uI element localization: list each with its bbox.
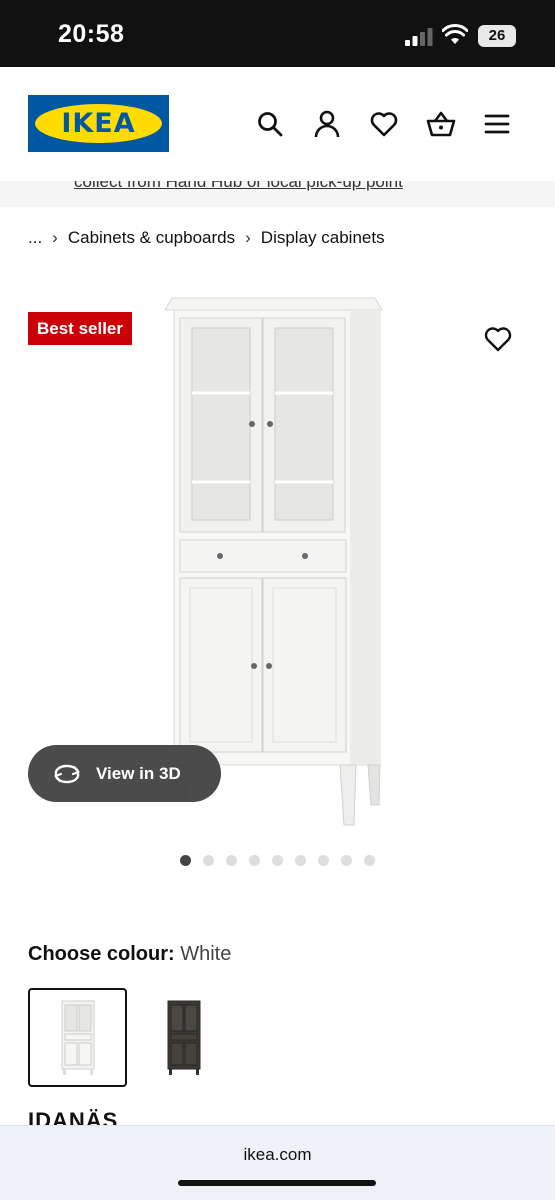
- image-carousel-dots: [180, 855, 375, 866]
- ikea-logo[interactable]: IKEA: [28, 95, 169, 152]
- breadcrumb-item-display-cabinets[interactable]: Display cabinets: [261, 228, 385, 248]
- promo-banner[interactable]: collect from Hand Hub or local pick-up p…: [0, 181, 555, 207]
- colour-swatch-white[interactable]: [28, 988, 127, 1087]
- breadcrumb: ... › Cabinets & cupboards › Display cab…: [28, 226, 385, 250]
- best-seller-badge: Best seller: [28, 312, 132, 345]
- chevron-right-icon: ›: [52, 228, 58, 247]
- white-cabinet-thumbnail: [61, 1000, 94, 1075]
- rotate-3d-icon: [54, 764, 80, 783]
- carousel-dot[interactable]: [318, 855, 329, 866]
- view-in-3d-label: View in 3D: [96, 763, 181, 783]
- carousel-dot[interactable]: [180, 855, 191, 866]
- logo-text: IKEA: [61, 108, 136, 139]
- basket-icon[interactable]: [426, 109, 456, 139]
- cellular-signal-icon: [405, 28, 433, 46]
- carousel-dot[interactable]: [226, 855, 237, 866]
- carousel-dot[interactable]: [341, 855, 352, 866]
- colour-chooser: Choose colour: White: [28, 943, 231, 966]
- promo-link[interactable]: collect from Hand Hub or local pick-up p…: [74, 181, 403, 192]
- breadcrumb-ellipsis[interactable]: ...: [28, 228, 42, 248]
- site-header: IKEA: [0, 67, 555, 181]
- status-bar: 20:58 26: [0, 0, 555, 67]
- carousel-dot[interactable]: [295, 855, 306, 866]
- menu-icon[interactable]: [482, 109, 512, 139]
- carousel-dot[interactable]: [364, 855, 375, 866]
- chevron-right-icon: ›: [245, 228, 251, 247]
- url-text[interactable]: ikea.com: [0, 1145, 555, 1165]
- browser-address-bar[interactable]: ikea.com: [0, 1125, 555, 1200]
- colour-value: White: [180, 943, 232, 965]
- search-icon[interactable]: [255, 109, 285, 139]
- carousel-dot[interactable]: [203, 855, 214, 866]
- carousel-dot[interactable]: [272, 855, 283, 866]
- dark-cabinet-thumbnail: [167, 1000, 200, 1075]
- wifi-icon: [442, 24, 468, 44]
- colour-swatch-dark-brown[interactable]: [134, 988, 233, 1087]
- breadcrumb-item-cabinets[interactable]: Cabinets & cupboards: [68, 228, 235, 248]
- view-in-3d-button[interactable]: View in 3D: [28, 745, 221, 802]
- home-indicator[interactable]: [178, 1180, 376, 1186]
- carousel-dot[interactable]: [249, 855, 260, 866]
- user-icon[interactable]: [312, 109, 342, 139]
- status-time: 20:58: [58, 20, 125, 48]
- heart-icon[interactable]: [369, 109, 399, 139]
- colour-label: Choose colour:: [28, 943, 175, 965]
- add-to-favourites-heart-icon[interactable]: [484, 326, 512, 354]
- battery-indicator: 26: [478, 25, 516, 47]
